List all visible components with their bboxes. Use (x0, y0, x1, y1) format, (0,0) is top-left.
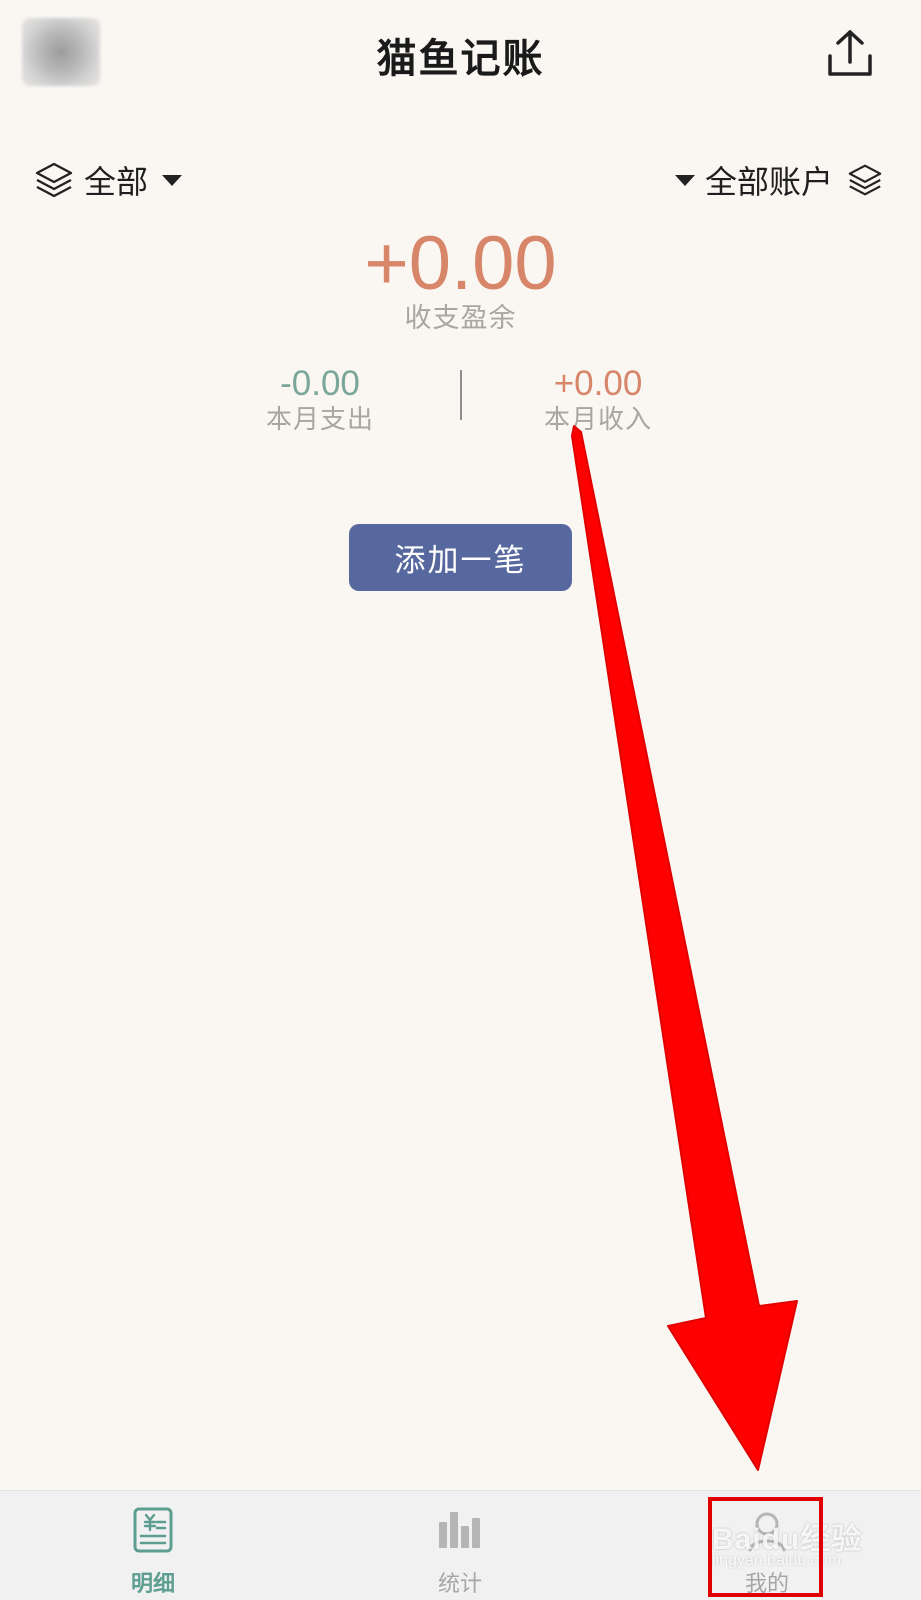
annotation-highlight-box (708, 1497, 823, 1597)
caret-down-icon (674, 174, 695, 186)
expense-value: -0.00 (280, 364, 360, 403)
expense-label: 本月支出 (265, 405, 374, 435)
balance-amount: +0.00 (364, 221, 557, 306)
nav-tab-detail-label: 明细 (130, 1572, 175, 1597)
account-filter[interactable]: 全部账户 (674, 158, 883, 202)
account-filter-label: 全部账户 (704, 163, 833, 201)
bar-chart-icon (439, 1512, 480, 1548)
balance-label: 收支盈余 (404, 303, 517, 334)
monthly-income: +0.00 本月收入 (498, 364, 698, 436)
app-title: 猫鱼记账 (376, 36, 545, 82)
share-button[interactable] (826, 28, 874, 80)
income-value: +0.00 (553, 364, 643, 403)
layers-icon (35, 162, 73, 198)
nav-tab-stats-label: 统计 (437, 1572, 482, 1597)
add-record-button[interactable]: 添加一笔 (349, 524, 572, 591)
nav-tab-detail[interactable]: 明细 (73, 1500, 233, 1599)
monthly-expense: -0.00 本月支出 (220, 364, 420, 436)
layers-icon (848, 164, 882, 196)
caret-down-icon (162, 174, 183, 186)
share-upload-icon (828, 30, 872, 76)
category-filter-label: 全部 (84, 163, 149, 201)
income-label: 本月收入 (543, 405, 652, 435)
ledger-icon (133, 1507, 173, 1553)
category-filter[interactable]: 全部 (34, 158, 183, 202)
nav-tab-stats[interactable]: 统计 (380, 1500, 540, 1599)
stats-divider (460, 370, 462, 420)
